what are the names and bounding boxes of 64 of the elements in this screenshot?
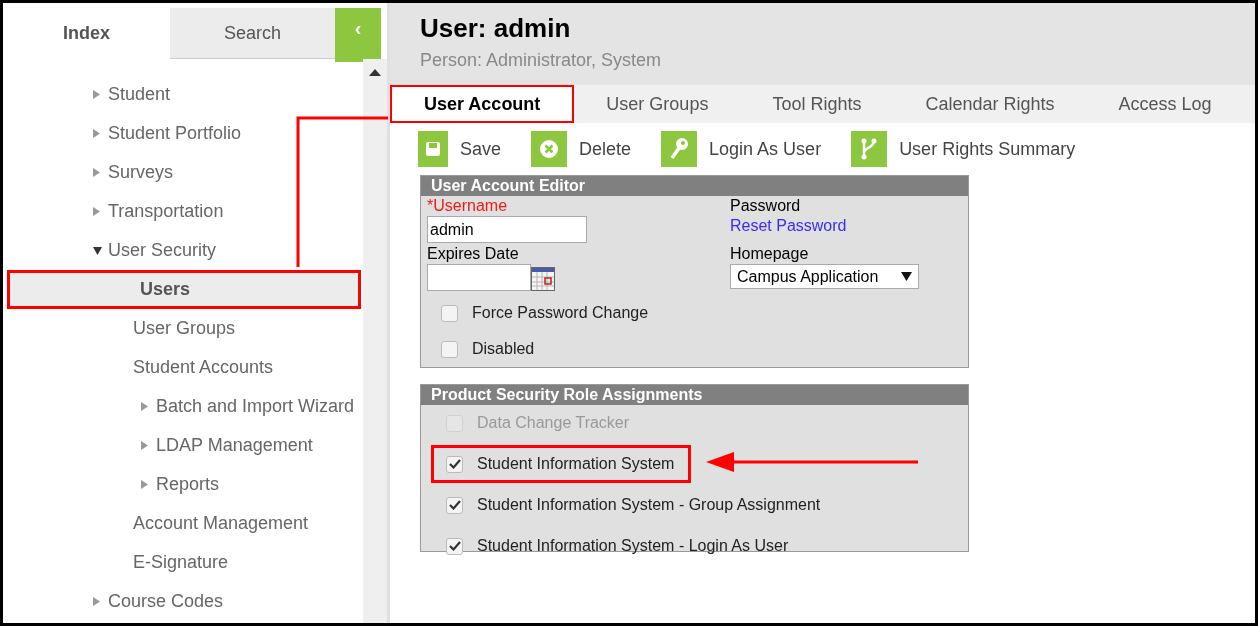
checkbox[interactable]: [441, 340, 458, 358]
caret-right-icon: [93, 207, 100, 216]
tree-item[interactable]: Account Management: [3, 504, 363, 543]
caret-right-icon: [93, 168, 100, 177]
tree-item[interactable]: Surveys: [3, 153, 363, 192]
scrollbar[interactable]: [363, 59, 387, 623]
caret-right-icon: [93, 597, 100, 606]
checkbox-label: Student Information System - Login As User: [477, 536, 789, 556]
tree-item[interactable]: Batch and Import Wizard: [3, 387, 363, 426]
panel-title: Product Security Role Assignments: [421, 385, 968, 405]
caret-right-icon: [141, 441, 148, 450]
delete-icon: [531, 131, 568, 167]
tree-item[interactable]: User Groups: [3, 309, 363, 348]
tree-item[interactable]: Student Portfolio: [3, 114, 363, 153]
reset-password-link[interactable]: Reset Password: [730, 216, 919, 236]
field-label: Password: [730, 196, 802, 216]
tree-item[interactable]: Transportation: [3, 192, 363, 231]
checkbox[interactable]: [446, 496, 463, 514]
checkbox-label: Student Information System - Group Assignment: [477, 495, 821, 515]
tab[interactable]: User Account: [390, 85, 575, 123]
username-field[interactable]: admin: [427, 216, 587, 243]
tab[interactable]: User Groups: [574, 85, 741, 123]
tree-item[interactable]: Student Accounts: [3, 348, 363, 387]
caret-down-icon: [93, 246, 102, 255]
sidebar-tab[interactable]: Search: [170, 8, 335, 59]
toolbar-button[interactable]: User Rights Summary: [851, 131, 1076, 167]
save-icon: [418, 131, 448, 167]
tree-item[interactable]: User Security: [3, 231, 363, 270]
tree-item[interactable]: E-Signature: [3, 543, 363, 582]
checkbox-label: Data Change Tracker: [477, 413, 630, 433]
caret-right-icon: [93, 129, 100, 138]
checkbox-label: Force Password Change: [472, 303, 649, 323]
field-label: Expires Date: [427, 244, 520, 264]
field-label: Homepage: [730, 244, 810, 264]
checkbox-label: Disabled: [472, 339, 535, 359]
toolbar-button[interactable]: Save: [418, 131, 502, 167]
toolbar-button[interactable]: Login As User: [661, 131, 822, 167]
page-subtitle: Person: Administrator, System: [420, 51, 663, 69]
toolbar-button[interactable]: Delete: [531, 131, 632, 167]
tab[interactable]: Tool Rights: [740, 85, 894, 123]
checkbox[interactable]: [446, 537, 463, 555]
calendar-icon[interactable]: [531, 267, 555, 291]
dropdown-arrow-icon: [901, 272, 912, 281]
tree-item[interactable]: Student: [3, 75, 363, 114]
page-title: User: admin: [420, 15, 572, 41]
tree-item[interactable]: LDAP Management: [3, 426, 363, 465]
field-label: *Username: [427, 196, 509, 216]
tab[interactable]: Calendar Rights: [893, 85, 1087, 123]
checkbox[interactable]: [446, 455, 463, 473]
scroll-up-icon[interactable]: [369, 69, 381, 76]
branch-icon: [851, 131, 888, 167]
homepage-dropdown[interactable]: Campus Application: [730, 264, 919, 289]
tree-item[interactable]: Course Codes: [3, 582, 363, 621]
panel-title: User Account Editor: [421, 176, 968, 196]
checkbox-label: Student Information System: [477, 454, 675, 474]
tree-item[interactable]: Users: [7, 270, 361, 309]
tree-item[interactable]: Reports: [3, 465, 363, 504]
key-icon: [661, 131, 698, 167]
caret-right-icon: [141, 480, 148, 489]
date-field[interactable]: [427, 264, 531, 291]
tab[interactable]: Access Log: [1086, 85, 1244, 123]
caret-right-icon: [141, 402, 148, 411]
caret-right-icon: [93, 90, 100, 99]
checkbox[interactable]: [441, 304, 458, 322]
